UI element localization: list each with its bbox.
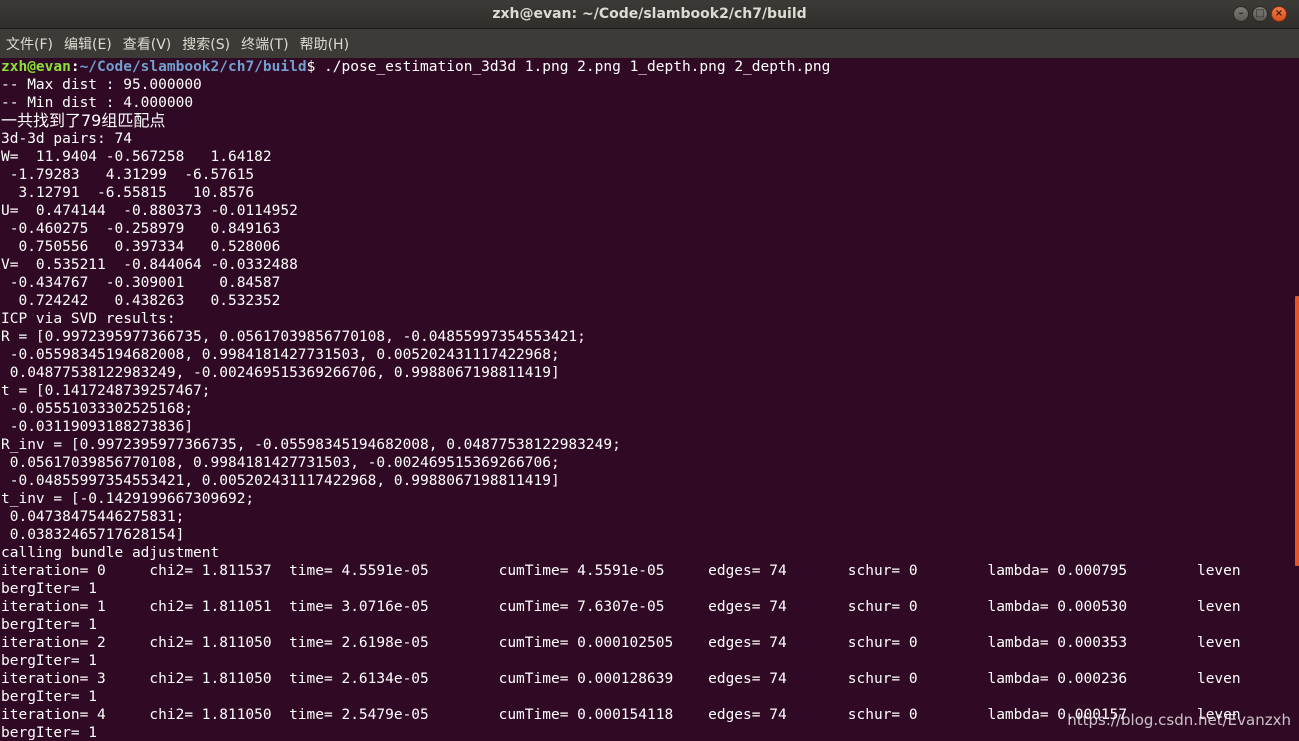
output-line: -0.460275 -0.258979 0.849163 [1, 221, 281, 237]
output-line: 0.724242 0.438263 0.532352 [1, 293, 281, 309]
title-bar[interactable]: zxh@evan: ~/Code/slambook2/ch7/build – □… [0, 0, 1299, 29]
output-line: R_inv = [0.9972395977366735, -0.05598345… [1, 437, 621, 453]
output-line: ICP via SVD results: [1, 311, 176, 327]
output-line: -0.05598345194682008, 0.9984181427731503… [1, 347, 560, 363]
maximize-button[interactable]: □ [1252, 6, 1268, 22]
output-line: bergIter= 1 [1, 653, 98, 669]
output-line: -0.03119093188273836] [1, 419, 194, 435]
prompt-path: ~/Code/slambook2/ch7/build [79, 59, 307, 75]
minimize-icon: – [1238, 8, 1244, 19]
output-line: t_inv = [-0.1429199667309692; [1, 491, 255, 507]
output-line: bergIter= 1 [1, 581, 98, 597]
output-line: 3d-3d pairs: 74 [1, 131, 132, 147]
output-lines: -- Max dist : 95.000000 -- Min dist : 4.0… [1, 76, 1290, 741]
output-line: U= 0.474144 -0.880373 -0.0114952 [1, 203, 298, 219]
output-line: -1.79283 4.31299 -6.57615 [1, 167, 255, 183]
output-line: bergIter= 1 [1, 689, 98, 705]
menu-file[interactable]: 文件(F) [6, 34, 53, 54]
output-line: -0.05551033302525168; [1, 401, 194, 417]
menu-bar: 文件(F) 编辑(E) 查看(V) 搜索(S) 终端(T) 帮助(H) [0, 29, 1299, 58]
minimize-button[interactable]: – [1233, 6, 1249, 22]
output-line: -- Max dist : 95.000000 [1, 77, 202, 93]
terminal-output-area[interactable]: zxh@evan:~/Code/slambook2/ch7/build$ ./p… [0, 58, 1290, 741]
output-line: -0.434767 -0.309001 0.84587 [1, 275, 281, 291]
menu-edit[interactable]: 编辑(E) [64, 34, 112, 54]
output-line: -0.04855997354553421, 0.0052024311174229… [1, 473, 560, 489]
prompt-line: zxh@evan:~/Code/slambook2/ch7/build$ ./p… [1, 58, 1290, 76]
output-line: 0.04877538122983249, -0.0024695153692667… [1, 365, 560, 381]
prompt-command: $ ./pose_estimation_3d3d 1.png 2.png 1_d… [306, 59, 831, 75]
menu-help[interactable]: 帮助(H) [300, 34, 349, 54]
prompt-colon: : [70, 59, 80, 75]
terminal-window: zxh@evan: ~/Code/slambook2/ch7/build – □… [0, 0, 1299, 741]
output-line: 0.05617039856770108, 0.9984181427731503,… [1, 455, 560, 471]
output-line: 0.03832465717628154] [1, 527, 185, 543]
output-line: iteration= 2 chi2= 1.811050 time= 2.6198… [1, 635, 1241, 651]
menu-terminal[interactable]: 终端(T) [241, 34, 288, 54]
watermark: https://blog.csdn.net/Evanzxh [1067, 711, 1291, 729]
window-title: zxh@evan: ~/Code/slambook2/ch7/build [492, 6, 807, 22]
close-icon: × [1274, 8, 1284, 19]
menu-view[interactable]: 查看(V) [123, 34, 172, 54]
prompt-user: zxh@evan [1, 59, 71, 75]
output-line: calling bundle adjustment [1, 545, 220, 561]
output-line: -- Min dist : 4.000000 [1, 95, 194, 111]
close-button[interactable]: × [1271, 6, 1287, 22]
output-line: iteration= 0 chi2= 1.811537 time= 4.5591… [1, 563, 1241, 579]
output-line: 3.12791 -6.55815 10.8576 [1, 185, 255, 201]
output-line: iteration= 3 chi2= 1.811050 time= 2.6134… [1, 671, 1241, 687]
output-line: V= 0.535211 -0.844064 -0.0332488 [1, 257, 298, 273]
output-line: bergIter= 1 [1, 617, 98, 633]
output-line: 一共找到了79组匹配点 [1, 111, 166, 130]
menu-search[interactable]: 搜索(S) [182, 34, 230, 54]
output-line: 0.750556 0.397334 0.528006 [1, 239, 281, 255]
scrollbar[interactable] [1290, 58, 1299, 741]
output-line: iteration= 1 chi2= 1.811051 time= 3.0716… [1, 599, 1241, 615]
scrollbar-thumb[interactable] [1295, 296, 1299, 566]
output-line: 0.04738475446275831; [1, 509, 185, 525]
output-line: t = [0.1417248739257467; [1, 383, 211, 399]
output-line: W= 11.9404 -0.567258 1.64182 [1, 149, 272, 165]
window-controls: – □ × [1233, 6, 1287, 22]
output-line: R = [0.9972395977366735, 0.0561703985677… [1, 329, 586, 345]
maximize-icon: □ [1255, 8, 1265, 19]
